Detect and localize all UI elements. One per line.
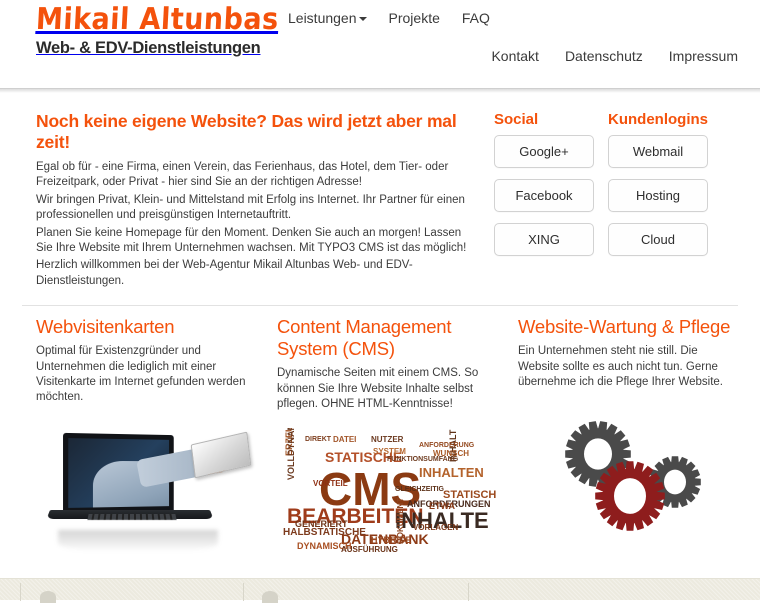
word-cloud-term: DATEI	[333, 435, 357, 445]
word-cloud-term: ETWA	[429, 501, 455, 512]
secondary-navigation: Kontakt Datenschutz Impressum	[491, 47, 738, 65]
service-body-1: Optimal für Existenzgründer und Unterneh…	[36, 345, 246, 404]
intro-text-block: Noch keine eigene Website? Das wird jetz…	[36, 111, 486, 291]
site-footer	[0, 578, 760, 603]
kundenlogins-heading: Kundenlogins	[608, 111, 708, 128]
word-cloud-term: DIREKT	[305, 436, 332, 444]
page-title: Noch keine eigene Website? Das wird jetz…	[36, 111, 457, 152]
side-panels: Social Google+ Facebook XING Kundenlogin…	[486, 111, 708, 291]
service-body-3: Ein Unternehmen steht nie still. Die Web…	[518, 345, 723, 389]
login-button-webmail[interactable]: Webmail	[608, 135, 708, 168]
word-cloud-term: NUTZER	[371, 435, 404, 445]
service-title-3: Website-Wartung & Pflege	[518, 316, 731, 338]
service-body-2: Dynamische Seiten mit einem CMS. So könn…	[277, 367, 479, 411]
intro-paragraph-1: Egal ob für - eine Firma, einen Verein, …	[36, 161, 449, 189]
laptop-business-card-icon	[42, 426, 252, 556]
word-cloud-term: GENERIERT	[295, 519, 348, 530]
service-card-wartung: Website-Wartung & Pflege Ein Unternehmen…	[506, 316, 747, 576]
chevron-down-icon	[358, 17, 367, 22]
main-content: Noch keine eigene Website? Das wird jetz…	[0, 93, 760, 577]
site-header: Mikail Altunbas Web- & EDV-Dienstleistun…	[0, 0, 760, 88]
word-cloud-term: HYBRIDE	[371, 535, 412, 546]
intro-paragraph-4: Herzlich willkommen bei der Web-Agentur …	[36, 259, 413, 287]
word-cloud-term: ANFORDERUNG	[419, 442, 475, 450]
social-panel: Social Google+ Facebook XING	[494, 111, 594, 291]
word-cloud-term: SYSTEM	[373, 447, 406, 457]
social-heading: Social	[494, 111, 539, 128]
footer-divider	[20, 583, 21, 601]
service-image-3	[518, 404, 735, 554]
service-image-2: CMS BEARBEITEN INHALTE STATISCHE DATENBANK IN…	[277, 426, 497, 576]
brand-name: Mikail Altunbas	[35, 2, 280, 37]
footer-divider	[468, 583, 469, 601]
word-cloud-term: VORTEIL	[313, 479, 348, 489]
login-button-hosting[interactable]: Hosting	[608, 179, 708, 212]
social-button-facebook[interactable]: Facebook	[494, 179, 594, 212]
brand-tagline: Web- & EDV-Dienstleistungen	[36, 39, 261, 57]
word-cloud-term: AUSFÜHRUNG	[341, 545, 398, 555]
service-card-webvisitenkarten: Webvisitenkarten Optimal für Existenzgrü…	[24, 316, 265, 576]
footer-ornament	[40, 591, 56, 603]
site-logo[interactable]: Mikail Altunbas Web- & EDV-Dienstleistun…	[35, 2, 296, 58]
gears-icon	[532, 410, 732, 546]
word-cloud-term: VOLLDYNAMISCHE	[286, 428, 296, 481]
nav-item-datenschutz[interactable]: Datenschutz	[565, 47, 643, 65]
service-title-2: Content Management System (CMS)	[277, 316, 452, 360]
primary-navigation: Leistungen Projekte FAQ	[288, 9, 490, 27]
nav-item-kontakt[interactable]: Kontakt	[491, 47, 538, 65]
nav-item-leistungen[interactable]: Leistungen	[288, 9, 367, 27]
nav-item-projekte[interactable]: Projekte	[389, 9, 440, 27]
social-button-xing[interactable]: XING	[494, 223, 594, 256]
intro-section: Noch keine eigene Website? Das wird jetz…	[0, 93, 760, 291]
footer-divider	[243, 583, 244, 601]
word-cloud-term: FUNKTIONSUMFANG	[387, 456, 459, 464]
login-button-cloud[interactable]: Cloud	[608, 223, 708, 256]
kundenlogins-panel: Kundenlogins Webmail Hosting Cloud	[608, 111, 708, 291]
footer-ornament	[262, 591, 278, 603]
services-section: Webvisitenkarten Optimal für Existenzgrü…	[0, 306, 760, 576]
nav-item-impressum[interactable]: Impressum	[669, 47, 738, 65]
nav-item-faq[interactable]: FAQ	[462, 9, 490, 27]
service-image-1	[36, 420, 253, 570]
word-cloud-term: INHALTEN	[419, 465, 484, 481]
word-cloud-term: VORLAGEN	[413, 523, 459, 533]
word-cloud-term: HALBSTATISCHE	[283, 527, 366, 539]
word-cloud-term: DOKUMENT	[396, 498, 405, 545]
intro-paragraphs: Egal ob für - eine Firma, einen Verein, …	[36, 160, 474, 289]
social-button-googleplus[interactable]: Google+	[494, 135, 594, 168]
service-card-cms: Content Management System (CMS) Dynamisc…	[265, 316, 506, 576]
cms-word-cloud-icon: CMS BEARBEITEN INHALTE STATISCHE DATENBANK IN…	[277, 428, 497, 568]
intro-paragraph-2: Wir bringen Privat, Klein- und Mittelsta…	[36, 193, 465, 222]
intro-paragraph-3: Planen Sie keine Homepage für den Moment…	[36, 226, 467, 255]
gears-svg	[565, 421, 701, 532]
service-title-1: Webvisitenkarten	[36, 316, 175, 338]
nav-item-leistungen-label: Leistungen	[288, 10, 357, 26]
word-cloud-term: GLEICHZEITIG	[395, 486, 444, 494]
